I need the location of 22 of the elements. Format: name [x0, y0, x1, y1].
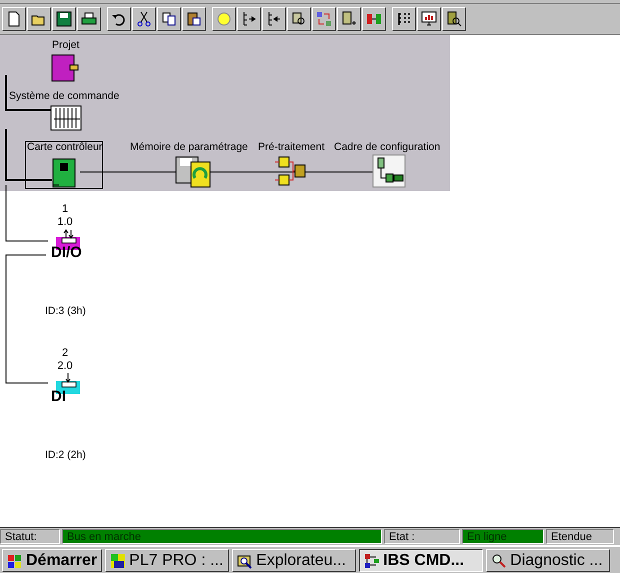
taskbar-button[interactable]: Diagnostic ...	[486, 549, 610, 572]
device-number: 1	[60, 203, 70, 215]
device-address: 1.0	[56, 216, 74, 228]
device-id: ID:2 (2h)	[45, 449, 86, 461]
status-label: Statut:	[0, 529, 60, 544]
status-field: Bus en marche	[62, 529, 382, 544]
taskbar-button[interactable]: IBS CMD...	[359, 549, 484, 572]
device-id: ID:3 (3h)	[45, 305, 86, 317]
node-label: Mémoire de paramétrage	[130, 141, 248, 153]
device-number: 2	[60, 347, 70, 359]
extent-field: Etendue	[546, 529, 614, 544]
taskbar-button[interactable]: PL7 PRO : ...	[105, 549, 230, 572]
device-address: 2.0	[56, 360, 74, 372]
state-field: En ligne	[462, 529, 544, 544]
node-label: Pré-traitement	[258, 141, 325, 153]
node-label: Projet	[52, 39, 80, 51]
node-label: Système de commande	[9, 90, 120, 102]
node-label: Cadre de configuration	[334, 141, 440, 153]
node-label: Carte contrôleur	[27, 141, 102, 153]
state-label: Etat :	[384, 529, 460, 544]
start-button[interactable]: Démarrer	[2, 549, 102, 572]
taskbar-button[interactable]: Explorateu...	[232, 549, 356, 572]
